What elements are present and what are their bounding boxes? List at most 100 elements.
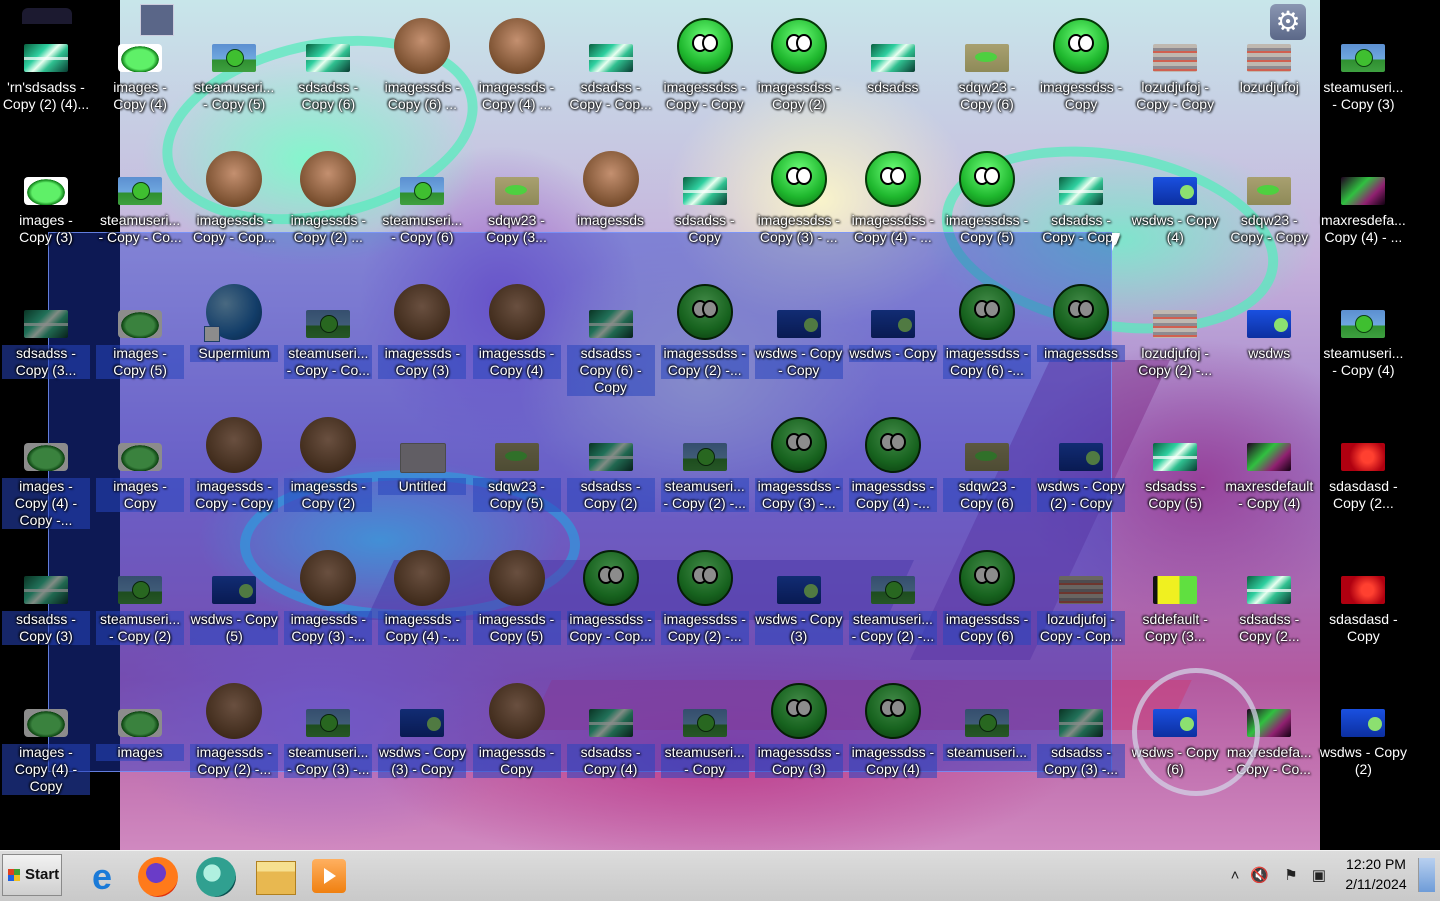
desktop-icon[interactable]: images - Copy (4)	[94, 10, 186, 135]
desktop-icon[interactable]: sdsadss - Copy (3...	[0, 276, 92, 401]
clock-time[interactable]: 12:20 PM	[1336, 856, 1416, 872]
desktop-icon[interactable]: sdsadss	[847, 10, 939, 135]
desktop-icon[interactable]: sdqw23 - Copy - Copy	[1223, 143, 1315, 268]
desktop-icon[interactable]: sdsadss - Copy (2...	[1223, 542, 1315, 667]
desktop-icon[interactable]: wsdws - Copy (3)	[753, 542, 845, 667]
desktop-icon[interactable]: sdsadss - Copy (3) -...	[1035, 675, 1127, 800]
desktop-icon[interactable]: sdsadss - Copy (4)	[565, 675, 657, 800]
desktop-icon[interactable]: wsdws - Copy	[847, 276, 939, 401]
desktop-icon[interactable]: sddefault - Copy (3...	[1129, 542, 1221, 667]
desktop-icon[interactable]: sdsadss - Copy (6)	[282, 10, 374, 135]
desktop-icon[interactable]: 'rn'sdsadss - Copy (2) (4)...	[0, 10, 92, 135]
desktop-icon[interactable]: imagessds - Copy (6) ...	[376, 10, 468, 135]
desktop-icon[interactable]: imagessdss - Copy	[1035, 10, 1127, 135]
start-button[interactable]: Start	[2, 854, 62, 896]
desktop-icon[interactable]: imagessds - Copy - Cop...	[188, 143, 280, 268]
desktop-icon[interactable]: imagessdss - Copy (6)	[941, 542, 1033, 667]
desktop-icon[interactable]: imagessds - Copy - Copy	[188, 409, 280, 534]
desktop-icon[interactable]: wsdws	[1223, 276, 1315, 401]
desktop-icon[interactable]: steamuseri... - Copy - Co...	[94, 143, 186, 268]
desktop-icon[interactable]: sdsadss - Copy (2)	[565, 409, 657, 534]
show-desktop-button[interactable]	[1418, 858, 1435, 892]
clock-date[interactable]: 2/11/2024	[1336, 876, 1416, 892]
desktop-icon[interactable]: lozudjufoj - Copy (2) -...	[1129, 276, 1221, 401]
desktop-icon[interactable]: imagessdss - Copy (6) -...	[941, 276, 1033, 401]
desktop-icon[interactable]: sdasdasd - Copy	[1317, 542, 1409, 667]
desktop-icon[interactable]: imagessdss - Copy (2) -...	[659, 276, 751, 401]
desktop-icon[interactable]: steamuseri... - Copy (3) -...	[282, 675, 374, 800]
desktop-icon[interactable]: imagessds - Copy (4) ...	[471, 10, 563, 135]
desktop-icon[interactable]: imagessdss - Copy (3)	[753, 675, 845, 800]
desktop-icon[interactable]: images - Copy (4) - Copy -...	[0, 409, 92, 534]
desktop-icon[interactable]: imagessdss - Copy (5)	[941, 143, 1033, 268]
chevron-up-icon[interactable]: ˄	[1226, 867, 1244, 885]
desktop-icon[interactable]: steamuseri... - Copy (2)	[94, 542, 186, 667]
desktop-icon[interactable]: imagessds - Copy (2) ...	[282, 143, 374, 268]
flag-icon[interactable]: ⚑	[1282, 867, 1300, 885]
internet-explorer-icon[interactable]: e	[82, 857, 122, 897]
desktop-icon[interactable]: imagessds - Copy (4) -...	[376, 542, 468, 667]
desktop-icon[interactable]: wsdws - Copy (4)	[1129, 143, 1221, 268]
desktop-icon[interactable]: imagessds - Copy (5)	[471, 542, 563, 667]
desktop-icon[interactable]: maxresdefa... Copy (4) - ...	[1317, 143, 1409, 268]
desktop-icon[interactable]: imagessdss - Copy (4) - ...	[847, 143, 939, 268]
media-player-icon[interactable]	[312, 859, 346, 893]
desktop-icon[interactable]: imagessdss - Copy - Copy	[659, 10, 751, 135]
desktop-icon[interactable]: Supermium	[188, 276, 280, 401]
desktop-icon[interactable]: images - Copy (3)	[0, 143, 92, 268]
desktop-icon[interactable]: steamuseri... - Copy (6)	[376, 143, 468, 268]
desktop-icon[interactable]: imagessds - Copy (2)	[282, 409, 374, 534]
desktop-icon[interactable]: images - Copy (4) - Copy	[0, 675, 92, 800]
desktop-icon[interactable]: sdqw23 - Copy (3...	[471, 143, 563, 268]
desktop-icon[interactable]: imagessds	[565, 143, 657, 268]
desktop-icon[interactable]: imagessdss - Copy (2) -...	[659, 542, 751, 667]
desktop-icon[interactable]: sdsadss - Copy - Cop...	[565, 10, 657, 135]
desktop-icon[interactable]: steamuseri... - Copy (5)	[188, 10, 280, 135]
desktop-icon[interactable]: images	[94, 675, 186, 800]
desktop-icon[interactable]: imagessdss - Copy (4) -...	[847, 409, 939, 534]
desktop-icon[interactable]: steamuseri... - Copy (4)	[1317, 276, 1409, 401]
desktop-icon[interactable]: sdsadss - Copy (6) - Copy	[565, 276, 657, 401]
desktop-icon[interactable]: images - Copy (5)	[94, 276, 186, 401]
desktop-icon[interactable]: lozudjufoj - Copy - Copy	[1129, 10, 1221, 135]
desktop-icon[interactable]: wsdws - Copy - Copy	[753, 276, 845, 401]
desktop-icon[interactable]: imagessdss - Copy (3) -...	[753, 409, 845, 534]
desktop-icon[interactable]: imagessds - Copy (3)	[376, 276, 468, 401]
desktop-icon[interactable]: sdsadss - Copy (5)	[1129, 409, 1221, 534]
desktop-icon[interactable]: images - Copy	[94, 409, 186, 534]
gear-icon[interactable]: ⚙	[1270, 4, 1306, 40]
desktop-icon[interactable]: lozudjufoj - Copy - Cop...	[1035, 542, 1127, 667]
desktop-icon[interactable]: sdqw23 - Copy (6)	[941, 409, 1033, 534]
network-icon[interactable]: ▣	[1310, 867, 1328, 885]
desktop-icon[interactable]: maxresdefault - Copy (4)	[1223, 409, 1315, 534]
desktop-icon[interactable]: imagessdss	[1035, 276, 1127, 401]
desktop-icon[interactable]: imagessdss - Copy (3) - ...	[753, 143, 845, 268]
desktop-icon[interactable]: wsdws - Copy (2) - Copy	[1035, 409, 1127, 534]
desktop-icon[interactable]: sdqw23 - Copy (5)	[471, 409, 563, 534]
firefox-icon[interactable]	[138, 857, 178, 897]
desktop-icon[interactable]: steamuseri... - Copy - Co...	[282, 276, 374, 401]
desktop-icon[interactable]: imagessdss - Copy - Cop...	[565, 542, 657, 667]
desktop-icon[interactable]: Untitled	[376, 409, 468, 534]
desktop-icon[interactable]: wsdws - Copy (3) - Copy	[376, 675, 468, 800]
desktop-icon[interactable]: imagessdss - Copy (2)	[753, 10, 845, 135]
desktop-icon[interactable]: imagessdss - Copy (4)	[847, 675, 939, 800]
desktop-icon[interactable]: sdsadss - Copy	[659, 143, 751, 268]
desktop-icon[interactable]: imagessds - Copy (4)	[471, 276, 563, 401]
desktop-icon[interactable]: steamuseri... - Copy (2) -...	[847, 542, 939, 667]
desktop-icon[interactable]: steamuseri... - Copy	[659, 675, 751, 800]
desktop-icon[interactable]: sdsadss - Copy (3)	[0, 542, 92, 667]
desktop-icon[interactable]: steamuseri... - Copy (3)	[1317, 10, 1409, 135]
desktop-icon[interactable]: imagessds - Copy	[471, 675, 563, 800]
volume-muted-icon[interactable]: 🔇	[1250, 867, 1269, 885]
desktop-icon[interactable]: steamuseri...	[941, 675, 1033, 800]
desktop-icon[interactable]: wsdws - Copy (5)	[188, 542, 280, 667]
desktop[interactable]: 'rn'sdsadss - Copy (2) (4)... images - Co…	[0, 0, 1440, 850]
file-explorer-icon[interactable]	[256, 861, 296, 895]
desktop-icon[interactable]: sdqw23 - Copy (6)	[941, 10, 1033, 135]
desktop-icon[interactable]: sdasdasd - Copy (2...	[1317, 409, 1409, 534]
desktop-icon[interactable]: steamuseri... - Copy (2) -...	[659, 409, 751, 534]
desktop-icon[interactable]: imagessds - Copy (2) -...	[188, 675, 280, 800]
supermium-icon[interactable]	[196, 857, 236, 897]
desktop-icon[interactable]: wsdws - Copy (2)	[1317, 675, 1409, 800]
